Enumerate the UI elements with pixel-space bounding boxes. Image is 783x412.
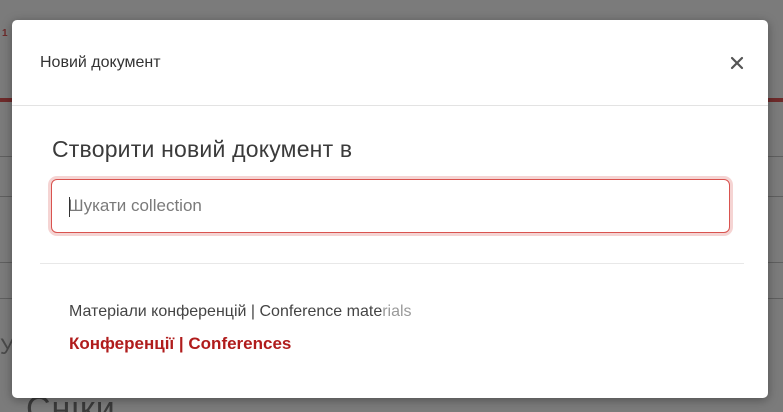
background-fragment-top: 1 [2, 28, 8, 39]
search-field [51, 179, 730, 233]
dialog-prompt: Створити новий документ в [52, 136, 353, 162]
collection-result-conferences[interactable]: Конференції | Conferences [69, 333, 412, 355]
collection-results-list: Матеріали конференцій | Conference mater… [69, 301, 412, 355]
dialog-header: Новий документ [12, 20, 768, 106]
collection-search-input[interactable] [52, 180, 729, 232]
parent-community-label-text: Матеріали конференцій | Conference mate [69, 303, 383, 320]
parent-community-label-faded: rials [382, 303, 412, 320]
close-icon [730, 56, 744, 70]
dialog-title: Новий документ [40, 54, 161, 71]
parent-community-label: Матеріали конференцій | Conference mater… [69, 301, 412, 323]
close-button[interactable] [726, 52, 748, 74]
new-document-dialog: Новий документ Створити новий документ в… [12, 20, 768, 398]
text-caret [69, 197, 70, 217]
dialog-divider [40, 263, 744, 264]
